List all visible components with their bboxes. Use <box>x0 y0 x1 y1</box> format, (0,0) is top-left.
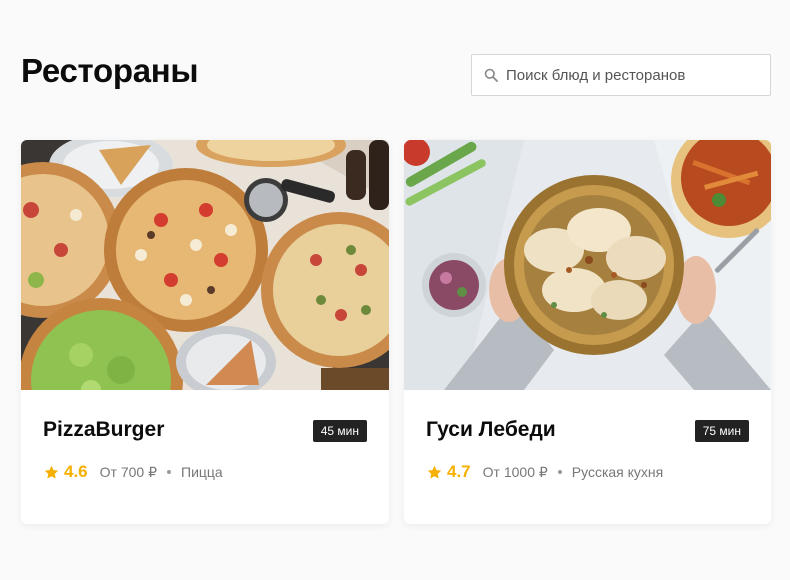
restaurant-name: PizzaBurger <box>43 418 165 441</box>
min-price: От 700 ₽ <box>99 463 157 480</box>
delivery-time-badge: 75 мин <box>694 420 749 442</box>
restaurant-meta: 4.6 От 700 ₽ Пицца <box>43 462 223 482</box>
separator-dot <box>167 470 171 474</box>
restaurant-meta: 4.7 От 1000 ₽ Русская кухня <box>426 462 663 482</box>
search-icon <box>484 68 498 82</box>
separator-dot <box>557 470 562 474</box>
restaurant-name: Гуси Лебеди <box>426 418 556 441</box>
page-title: Рестораны <box>21 52 199 89</box>
min-price: От 1000 ₽ <box>482 463 548 480</box>
cuisine-label: Пицца <box>181 464 223 480</box>
rating-value: 4.6 <box>64 462 88 481</box>
star-icon <box>427 465 442 479</box>
delivery-time-badge: 45 мин <box>312 420 367 442</box>
cuisine-label: Русская кухня <box>571 464 664 480</box>
restaurant-card[interactable]: Гуси Лебеди 75 мин 4.7 От 1000 ₽ Русская… <box>404 140 771 524</box>
rating-value: 4.7 <box>447 462 471 481</box>
dumplings-photo <box>404 140 771 390</box>
pizza-photo <box>21 140 389 390</box>
restaurant-card[interactable]: PizzaBurger 45 мин 4.6 От 700 ₽ Пицца <box>21 140 389 524</box>
star-icon <box>44 465 59 479</box>
search-input[interactable] <box>506 66 756 84</box>
search-box[interactable] <box>471 54 771 96</box>
